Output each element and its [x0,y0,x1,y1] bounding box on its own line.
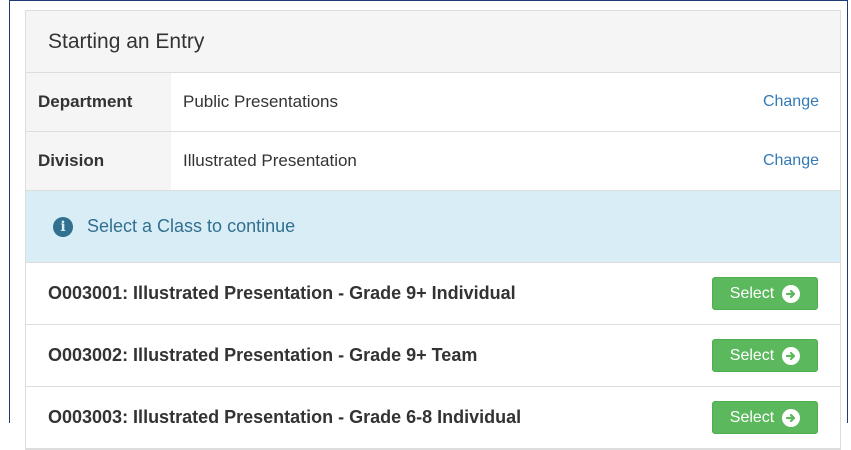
department-row: Department Public Presentations Change [26,73,840,132]
division-value: Illustrated Presentation [183,151,357,170]
arrow-right-circle-icon [782,346,801,365]
select-button-label: Select [729,408,775,426]
arrow-right-circle-icon [782,408,801,427]
class-title: O003003: Illustrated Presentation - Grad… [48,407,522,427]
class-row: O003001: Illustrated Presentation - Grad… [26,263,840,325]
info-icon: i [53,216,73,237]
select-button-label: Select [729,346,775,364]
panel-title: Starting an Entry [48,29,205,53]
select-button-label: Select [729,284,775,302]
class-row: O003002: Illustrated Presentation - Grad… [26,325,840,387]
division-label: Division [26,132,171,190]
division-row: Division Illustrated Presentation Change [26,132,840,191]
select-class-button[interactable]: Select [712,277,818,310]
class-row: O003003: Illustrated Presentation - Grad… [26,387,840,449]
department-value: Public Presentations [183,92,338,111]
window-frame: Starting an Entry Department Public Pres… [9,0,848,450]
info-alert: i Select a Class to continue [26,191,840,263]
arrow-right-circle-icon [782,284,801,303]
change-department-link[interactable]: Change [763,73,840,131]
entry-panel: Starting an Entry Department Public Pres… [25,10,841,450]
class-title: O003002: Illustrated Presentation - Grad… [48,345,478,365]
select-class-button[interactable]: Select [712,339,818,372]
change-division-link[interactable]: Change [763,132,840,190]
panel-heading: Starting an Entry [26,11,840,73]
class-title: O003001: Illustrated Presentation - Grad… [48,283,516,303]
select-class-button[interactable]: Select [712,401,818,434]
alert-text: Select a Class to continue [87,216,296,236]
department-label: Department [26,73,171,131]
